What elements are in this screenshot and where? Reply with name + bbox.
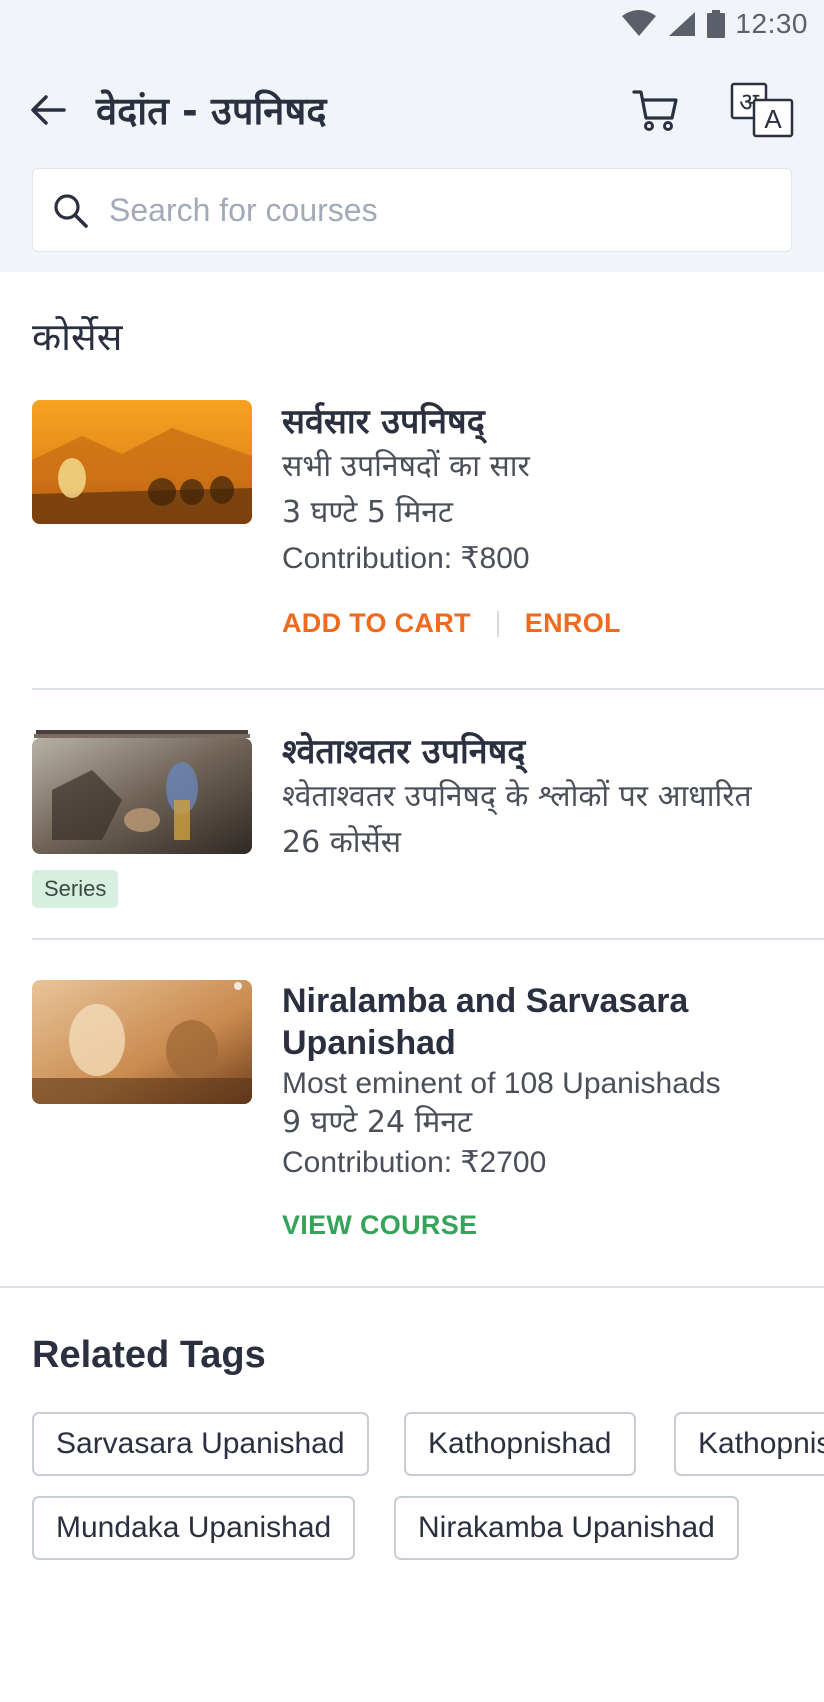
course-subtitle: सभी उपनिषदों का सार (282, 449, 530, 484)
signal-icon (669, 12, 696, 36)
tag-chip[interactable]: Mundaka Upanishad (32, 1496, 356, 1560)
course-info: श्वेताश्वतर उपनिषद् श्वेताश्वतर उपनिषद् … (282, 730, 822, 866)
course-count: 26 कोर्सेस (282, 825, 402, 860)
page-title: वेदांत - उपनिषद (96, 89, 327, 133)
course-card[interactable]: सर्वसार उपनिषद् सभी उपनिषदों का सार 3 घण… (32, 400, 824, 650)
back-arrow-icon[interactable] (26, 88, 70, 132)
course-actions: ADD TO CART ENROL (282, 608, 822, 639)
svg-text:A: A (764, 104, 782, 134)
battery-icon (707, 10, 726, 38)
course-thumbnail (32, 730, 252, 854)
course-duration: 9 घण्टे 24 मिनट (282, 1105, 473, 1140)
related-tags-list: Sarvasara Upanishad Kathopnishad Kathopn… (32, 1412, 824, 1612)
add-to-cart-button[interactable]: ADD TO CART (282, 608, 471, 639)
course-info: सर्वसार उपनिषद् सभी उपनिषदों का सार 3 घण… (282, 400, 822, 639)
related-tags-title: Related Tags (32, 1334, 266, 1376)
course-actions: VIEW COURSE (282, 1210, 822, 1241)
course-card[interactable]: Series श्वेताश्वतर उपनिषद् श्वेताश्वतर उ… (32, 730, 824, 910)
search-input[interactable] (109, 187, 769, 233)
view-course-button[interactable]: VIEW COURSE (282, 1210, 477, 1241)
tag-chip[interactable]: Kathopnishad (404, 1412, 636, 1476)
tag-chip[interactable]: Kathopnishad (674, 1412, 824, 1476)
tag-chip[interactable]: Sarvasara Upanishad (32, 1412, 369, 1476)
translate-icon[interactable]: अ A (730, 82, 794, 138)
divider (0, 1286, 824, 1288)
course-info: Niralamba and Sarvasara Upanishad Most e… (282, 980, 822, 1241)
search-icon (54, 194, 88, 228)
course-subtitle: श्वेताश्वतर उपनिषद् के श्लोकों पर आधारित (282, 779, 752, 814)
status-bar: 12:30 (621, 0, 824, 48)
status-time: 12:30 (735, 8, 808, 39)
course-price: Contribution: ₹2700 (282, 1146, 547, 1179)
course-title: सर्वसार उपनिषद् (282, 402, 485, 442)
cart-icon[interactable] (630, 84, 682, 136)
action-separator (496, 610, 499, 637)
course-title: Niralamba and Sarvasara Upanishad (282, 982, 689, 1062)
course-title: श्वेताश्वतर उपनिषद् (282, 732, 526, 772)
course-price: Contribution: ₹800 (282, 542, 530, 575)
enrol-button[interactable]: ENROL (525, 608, 621, 639)
divider (32, 688, 824, 690)
course-thumbnail (32, 400, 252, 524)
search-bar[interactable] (32, 168, 792, 252)
wifi-icon (622, 10, 657, 36)
course-thumbnail (32, 980, 252, 1104)
divider (32, 938, 824, 940)
top-header: 12:30 वेदांत - उपनिषद अ A (0, 0, 824, 272)
courses-section-title: कोर्सेस (32, 315, 123, 359)
tag-chip[interactable]: Nirakamba Upanishad (394, 1496, 739, 1560)
app-bar: वेदांत - उपनिषद अ A (0, 70, 824, 150)
series-badge: Series (32, 870, 119, 908)
course-subtitle: Most eminent of 108 Upanishads (282, 1067, 721, 1100)
course-duration: 3 घण्टे 5 मिनट (282, 495, 454, 530)
course-card[interactable]: Niralamba and Sarvasara Upanishad Most e… (32, 980, 824, 1260)
